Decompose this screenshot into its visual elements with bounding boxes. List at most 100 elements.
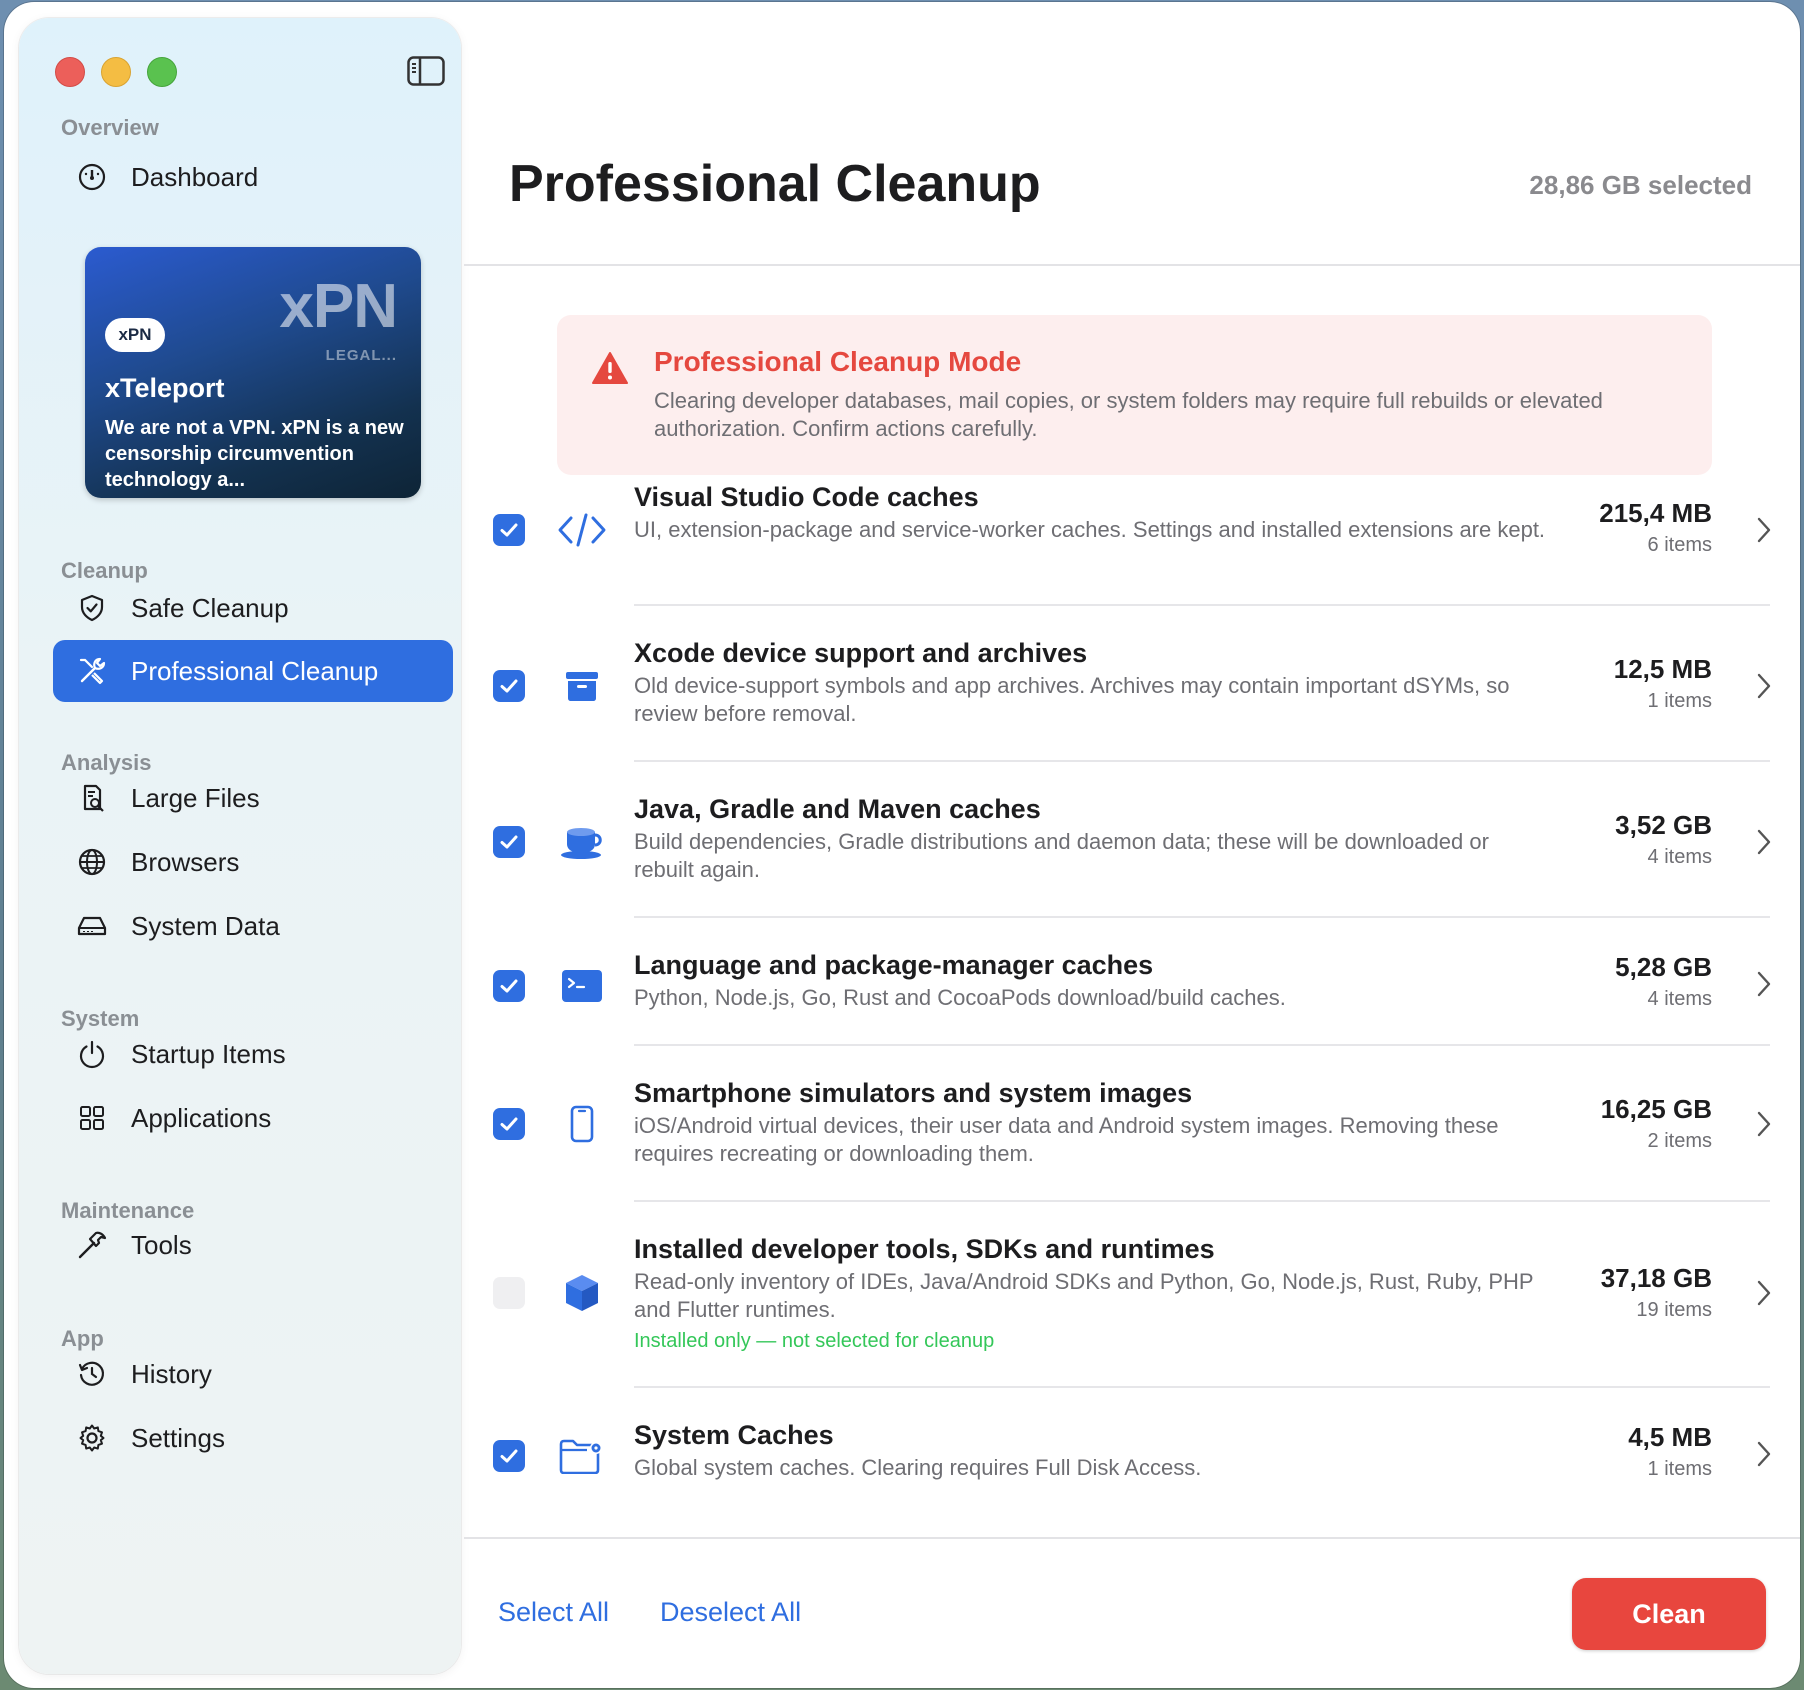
row-checkbox[interactable] [493, 1277, 525, 1309]
code-brackets-icon [556, 504, 608, 556]
row-count: 4 items [1647, 988, 1712, 1010]
warning-triangle-icon [591, 351, 629, 385]
sidebar-item-safe-cleanup[interactable]: Safe Cleanup [53, 577, 453, 639]
warning-text: Clearing developer databases, mail copie… [654, 388, 1603, 441]
chevron-right-icon[interactable] [1756, 1110, 1772, 1138]
row-checkbox[interactable] [493, 1440, 525, 1472]
chevron-right-icon[interactable] [1756, 828, 1772, 856]
shield-check-icon [75, 591, 109, 625]
chevron-right-icon[interactable] [1756, 1279, 1772, 1307]
minimize-window-button[interactable] [101, 57, 131, 87]
sidebar-item-label: Tools [131, 1229, 192, 1260]
sidebar-item-tools[interactable]: Tools [53, 1214, 453, 1276]
doc-search-icon [75, 781, 109, 815]
row-size: 215,4 MB [1599, 498, 1712, 528]
grid-icon [75, 1101, 109, 1135]
row-description: Python, Node.js, Go, Rust and CocoaPods … [634, 985, 1286, 1010]
row-divider [634, 1386, 1770, 1388]
row-description: UI, extension-package and service-worker… [634, 517, 1546, 542]
chevron-right-icon[interactable] [1756, 516, 1772, 544]
sidebar-item-label: Browsers [131, 846, 240, 877]
promo-legal: LEGAL... [325, 347, 397, 364]
row-title: System Caches [634, 1420, 834, 1450]
row-divider [634, 760, 1770, 762]
row-title: Installed developer tools, SDKs and runt… [634, 1234, 1215, 1264]
row-size: 5,28 GB [1615, 952, 1712, 982]
cleanup-row-simulators[interactable]: Smartphone simulators and system images … [464, 1078, 1800, 1228]
row-count: 6 items [1647, 534, 1712, 556]
row-title: Java, Gradle and Maven caches [634, 794, 1041, 824]
row-size: 4,5 MB [1628, 1422, 1712, 1452]
row-divider [634, 1044, 1770, 1046]
row-size: 12,5 MB [1613, 654, 1712, 684]
row-count: 1 items [1647, 1458, 1712, 1480]
sidebar-item-label: Dashboard [131, 161, 259, 192]
cleanup-row-java[interactable]: Java, Gradle and Maven caches Build depe… [464, 794, 1800, 944]
zoom-window-button[interactable] [147, 57, 177, 87]
sidebar-item-dashboard[interactable]: Dashboard [53, 146, 453, 208]
sidebar: Overview Dashboard xPN LEGAL... xPN xTel… [19, 18, 461, 1674]
deselect-all-button[interactable]: Deselect All [660, 1597, 801, 1628]
sidebar-item-professional-cleanup[interactable]: Professional Cleanup [53, 640, 453, 702]
chevron-right-icon[interactable] [1756, 970, 1772, 998]
cube-icon [556, 1267, 608, 1319]
footer-divider [464, 1537, 1800, 1539]
promo-title: xTeleport [105, 373, 225, 403]
promo-description: We are not a VPN. xPN is a new censorshi… [105, 417, 404, 491]
terminal-icon [556, 960, 608, 1012]
sidebar-item-label: Safe Cleanup [131, 592, 289, 623]
row-description: Global system caches. Clearing requires … [634, 1455, 1202, 1480]
row-title: Language and package-manager caches [634, 950, 1154, 980]
smartphone-icon [556, 1098, 608, 1150]
cleanup-row-developer-tools[interactable]: Installed developer tools, SDKs and runt… [464, 1234, 1800, 1384]
warning-title: Professional Cleanup Mode [654, 346, 1022, 377]
power-icon [75, 1037, 109, 1071]
hard-drive-icon [75, 909, 109, 943]
sidebar-item-startup-items[interactable]: Startup Items [53, 1023, 453, 1085]
row-description: Old device-support symbols and app archi… [634, 673, 1510, 726]
gear-icon [75, 1421, 109, 1455]
row-checkbox[interactable] [493, 970, 525, 1002]
cleanup-row-system-caches[interactable]: System Caches Global system caches. Clea… [464, 1420, 1800, 1530]
wrench-screwdriver-icon [75, 654, 109, 688]
sidebar-item-label: Applications [131, 1102, 272, 1133]
sidebar-item-applications[interactable]: Applications [53, 1087, 453, 1149]
promo-badge: xPN [105, 318, 165, 352]
hammer-icon [75, 1228, 109, 1262]
sidebar-toggle-icon[interactable] [407, 56, 445, 86]
chevron-right-icon[interactable] [1756, 1440, 1772, 1468]
row-note: Installed only — not selected for cleanu… [634, 1330, 995, 1352]
row-checkbox[interactable] [493, 514, 525, 546]
sidebar-item-label: Professional Cleanup [131, 655, 379, 686]
row-divider [634, 1200, 1770, 1202]
row-title: Visual Studio Code caches [634, 482, 979, 512]
sidebar-item-history[interactable]: History [53, 1343, 453, 1405]
sidebar-item-system-data[interactable]: System Data [53, 895, 453, 957]
select-all-button[interactable]: Select All [498, 1597, 609, 1628]
row-count: 19 items [1636, 1299, 1712, 1321]
globe-icon [75, 845, 109, 879]
row-size: 3,52 GB [1615, 810, 1712, 840]
cleanup-row-vscode[interactable]: Visual Studio Code caches UI, extension-… [464, 482, 1800, 632]
folder-gear-icon [556, 1430, 608, 1482]
row-checkbox[interactable] [493, 1108, 525, 1140]
close-window-button[interactable] [55, 57, 85, 87]
chevron-right-icon[interactable] [1756, 672, 1772, 700]
cleanup-row-xcode[interactable]: Xcode device support and archives Old de… [464, 638, 1800, 788]
row-divider [634, 604, 1770, 606]
promo-card[interactable]: xPN LEGAL... xPN xTeleport We are not a … [85, 247, 421, 498]
row-checkbox[interactable] [493, 670, 525, 702]
header-divider [464, 264, 1800, 266]
row-size: 16,25 GB [1600, 1094, 1712, 1124]
sidebar-item-browsers[interactable]: Browsers [53, 831, 453, 893]
section-label-overview: Overview [61, 115, 159, 140]
row-title: Smartphone simulators and system images [634, 1078, 1193, 1108]
selected-total: 28,86 GB selected [1529, 170, 1752, 200]
clean-button[interactable]: Clean [1572, 1578, 1766, 1650]
page-title: Professional Cleanup [509, 155, 1041, 213]
sidebar-item-settings[interactable]: Settings [53, 1407, 453, 1469]
row-size: 37,18 GB [1600, 1263, 1712, 1293]
row-checkbox[interactable] [493, 826, 525, 858]
sidebar-item-large-files[interactable]: Large Files [53, 767, 453, 829]
row-count: 2 items [1647, 1130, 1712, 1152]
